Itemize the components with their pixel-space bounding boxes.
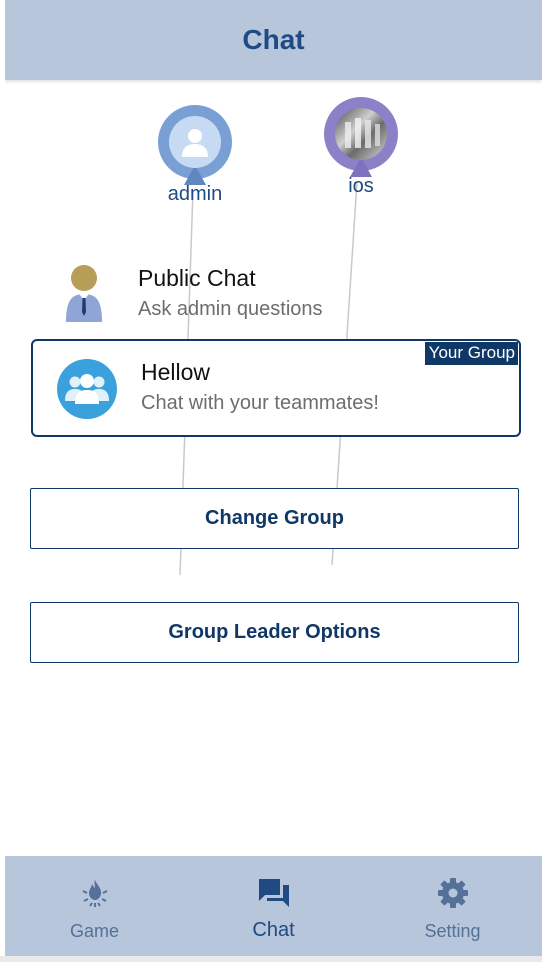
page-title: Chat [242,24,305,55]
map-marker-admin[interactable]: admin [145,105,245,206]
system-nav-strip [0,956,542,962]
map-marker-ios[interactable]: ios [311,97,411,198]
chat-bubbles-icon [256,876,292,915]
photo-avatar [335,108,387,160]
marker-circle [324,97,398,171]
marker-label-ios: ios [348,175,374,197]
group-chat-text: Hellow Chat with your teammates! [141,359,379,415]
tab-setting-label: Setting [424,921,481,941]
gear-icon [436,876,470,915]
your-group-badge: Your Group [424,342,518,365]
group-title: Hellow [141,359,211,385]
marker-circle [158,105,232,179]
chat-screen: Chat admin ios Public Chat Ask admin que… [5,0,542,962]
tab-game-label: Game [69,921,120,941]
user-silhouette-icon [169,116,221,168]
group-chat-item[interactable]: Your Group Hellow Chat with your teammat… [31,339,521,437]
group-leader-options-button[interactable]: Group Leader Options [30,602,519,663]
public-chat-subtitle: Ask admin questions [138,298,323,320]
marker-label-admin: admin [167,183,223,205]
tab-chat-label: Chat [252,919,295,941]
tab-game[interactable]: Game [5,856,184,956]
group-subtitle: Chat with your teammates! [141,392,379,414]
change-group-button[interactable]: Change Group [30,488,519,549]
public-chat-item[interactable]: Public Chat Ask admin questions [5,258,542,328]
marker-pointer [184,165,206,185]
campfire-icon [78,876,112,915]
header-bar: Chat [5,0,542,80]
bottom-tab-bar: Game Chat Setting [5,856,542,956]
public-chat-title: Public Chat [138,265,256,291]
admin-person-icon [5,262,138,324]
tab-chat[interactable]: Chat [184,856,363,956]
group-people-icon [57,359,117,419]
tab-setting[interactable]: Setting [363,856,542,956]
public-chat-text: Public Chat Ask admin questions [138,265,323,321]
marker-pointer [350,157,372,177]
